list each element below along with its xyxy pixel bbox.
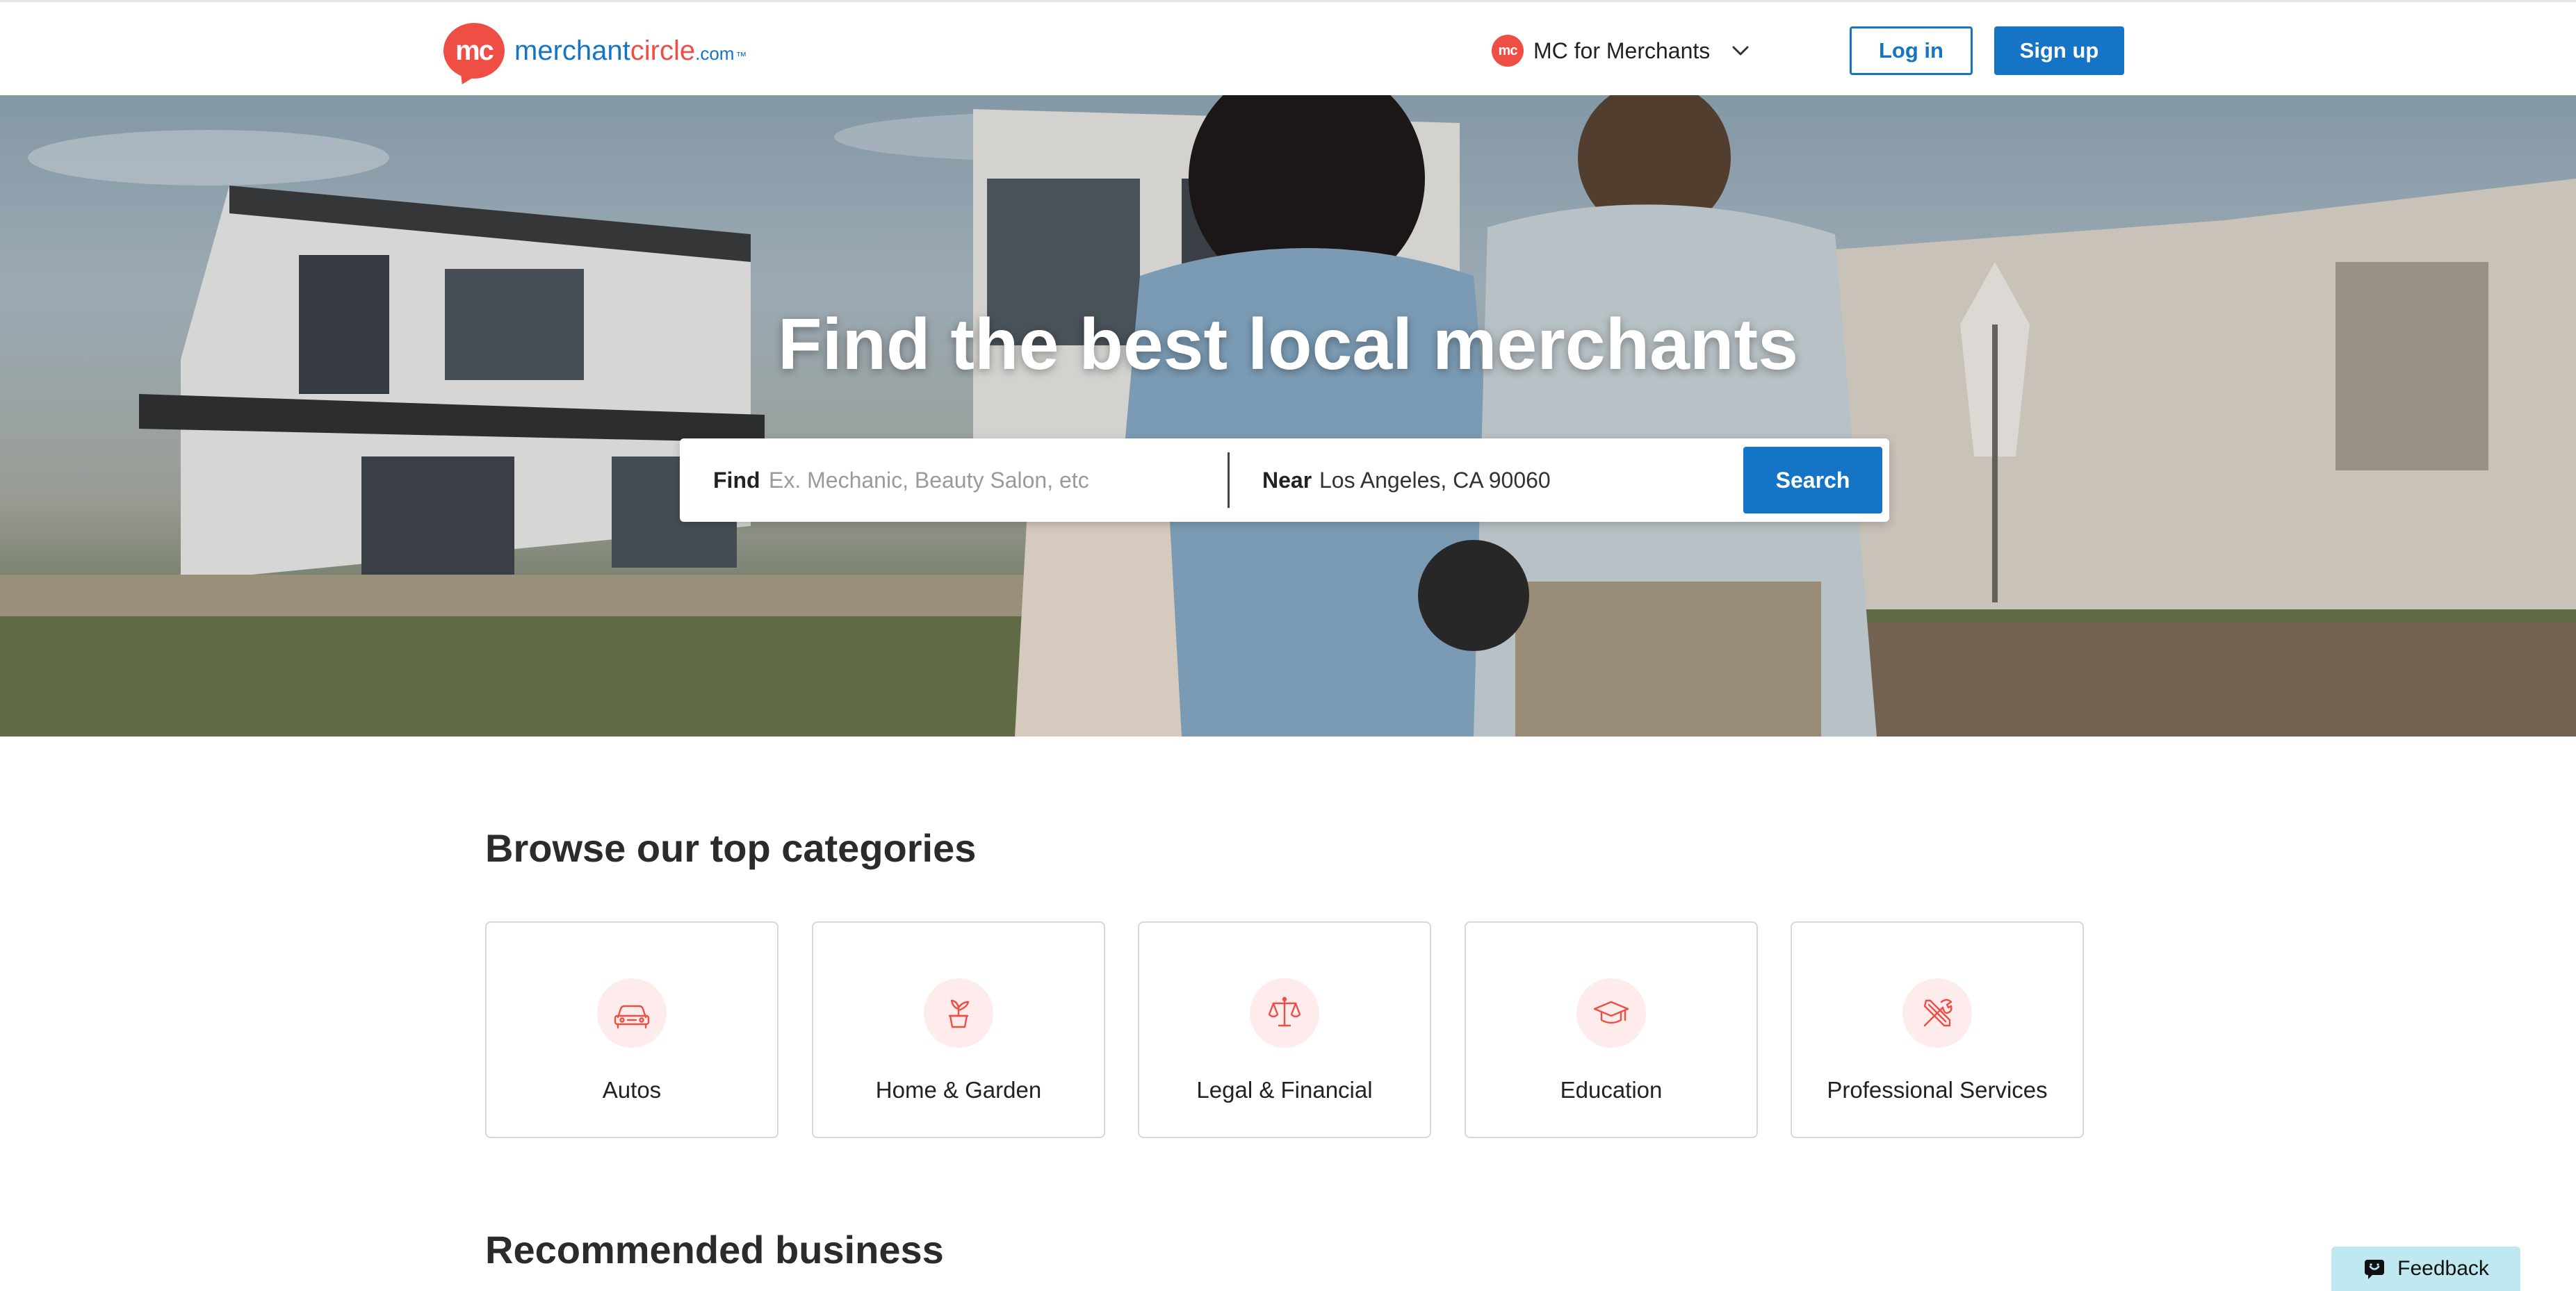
- category-label: Education: [1560, 1077, 1663, 1103]
- categories-heading: Browse our top categories: [485, 826, 977, 870]
- feedback-icon: [2365, 1260, 2385, 1279]
- find-input[interactable]: [769, 459, 1214, 501]
- logo-trademark: ™: [735, 50, 747, 63]
- category-label: Legal & Financial: [1196, 1077, 1373, 1103]
- logo-wordmark: merchant circle .com ™: [514, 35, 747, 67]
- hero-banner: Find the best local merchants Find Near …: [0, 95, 2576, 737]
- login-button[interactable]: Log in: [1850, 26, 1973, 75]
- plant-pot-icon: [948, 999, 970, 1028]
- tools-icon: [1923, 998, 1953, 1027]
- mc-mini-logo-icon: mc: [1492, 35, 1524, 67]
- car-icon: [614, 1005, 650, 1029]
- feedback-tab[interactable]: Feedback: [2331, 1247, 2520, 1291]
- category-card-home-garden[interactable]: Home & Garden: [812, 921, 1105, 1138]
- near-input[interactable]: [1319, 459, 1722, 501]
- category-label: Professional Services: [1827, 1077, 2048, 1103]
- category-label: Home & Garden: [875, 1077, 1042, 1103]
- hero-background-image: [0, 95, 2576, 737]
- recommended-heading: Recommended business: [485, 1228, 944, 1272]
- near-label: Near: [1262, 467, 1312, 493]
- category-card-education[interactable]: Education: [1465, 921, 1758, 1138]
- mc-for-merchants-label: MC for Merchants: [1533, 38, 1711, 63]
- chevron-down-icon: [1732, 46, 1749, 56]
- category-card-professional-services[interactable]: Professional Services: [1791, 921, 2084, 1138]
- logo-word-circle: circle: [630, 35, 696, 66]
- logo-badge: mc: [443, 23, 505, 79]
- scales-icon: [1268, 996, 1301, 1027]
- site-header: mc merchant circle .com ™ mc MC for Merchan…: [0, 0, 2576, 95]
- merchantcircle-logo[interactable]: mc merchant circle .com ™: [443, 22, 747, 80]
- category-card-legal-financial[interactable]: Legal & Financial: [1138, 921, 1431, 1138]
- logo-word-com: .com: [695, 42, 735, 64]
- mc-for-merchants-menu[interactable]: mc MC for Merchants: [1492, 33, 1754, 68]
- graduation-cap-icon: [1593, 1001, 1629, 1024]
- find-label: Find: [713, 467, 760, 493]
- category-label: Autos: [602, 1077, 662, 1103]
- signup-button[interactable]: Sign up: [1994, 26, 2124, 75]
- search-bar: Find Near Search: [680, 438, 1889, 522]
- category-card-autos[interactable]: Autos: [485, 921, 778, 1138]
- feedback-label: Feedback: [2397, 1257, 2489, 1280]
- search-button[interactable]: Search: [1743, 447, 1882, 513]
- hero-title: Find the best local merchants: [778, 304, 1798, 385]
- search-divider: [1228, 452, 1230, 508]
- logo-word-merchant: merchant: [514, 35, 630, 66]
